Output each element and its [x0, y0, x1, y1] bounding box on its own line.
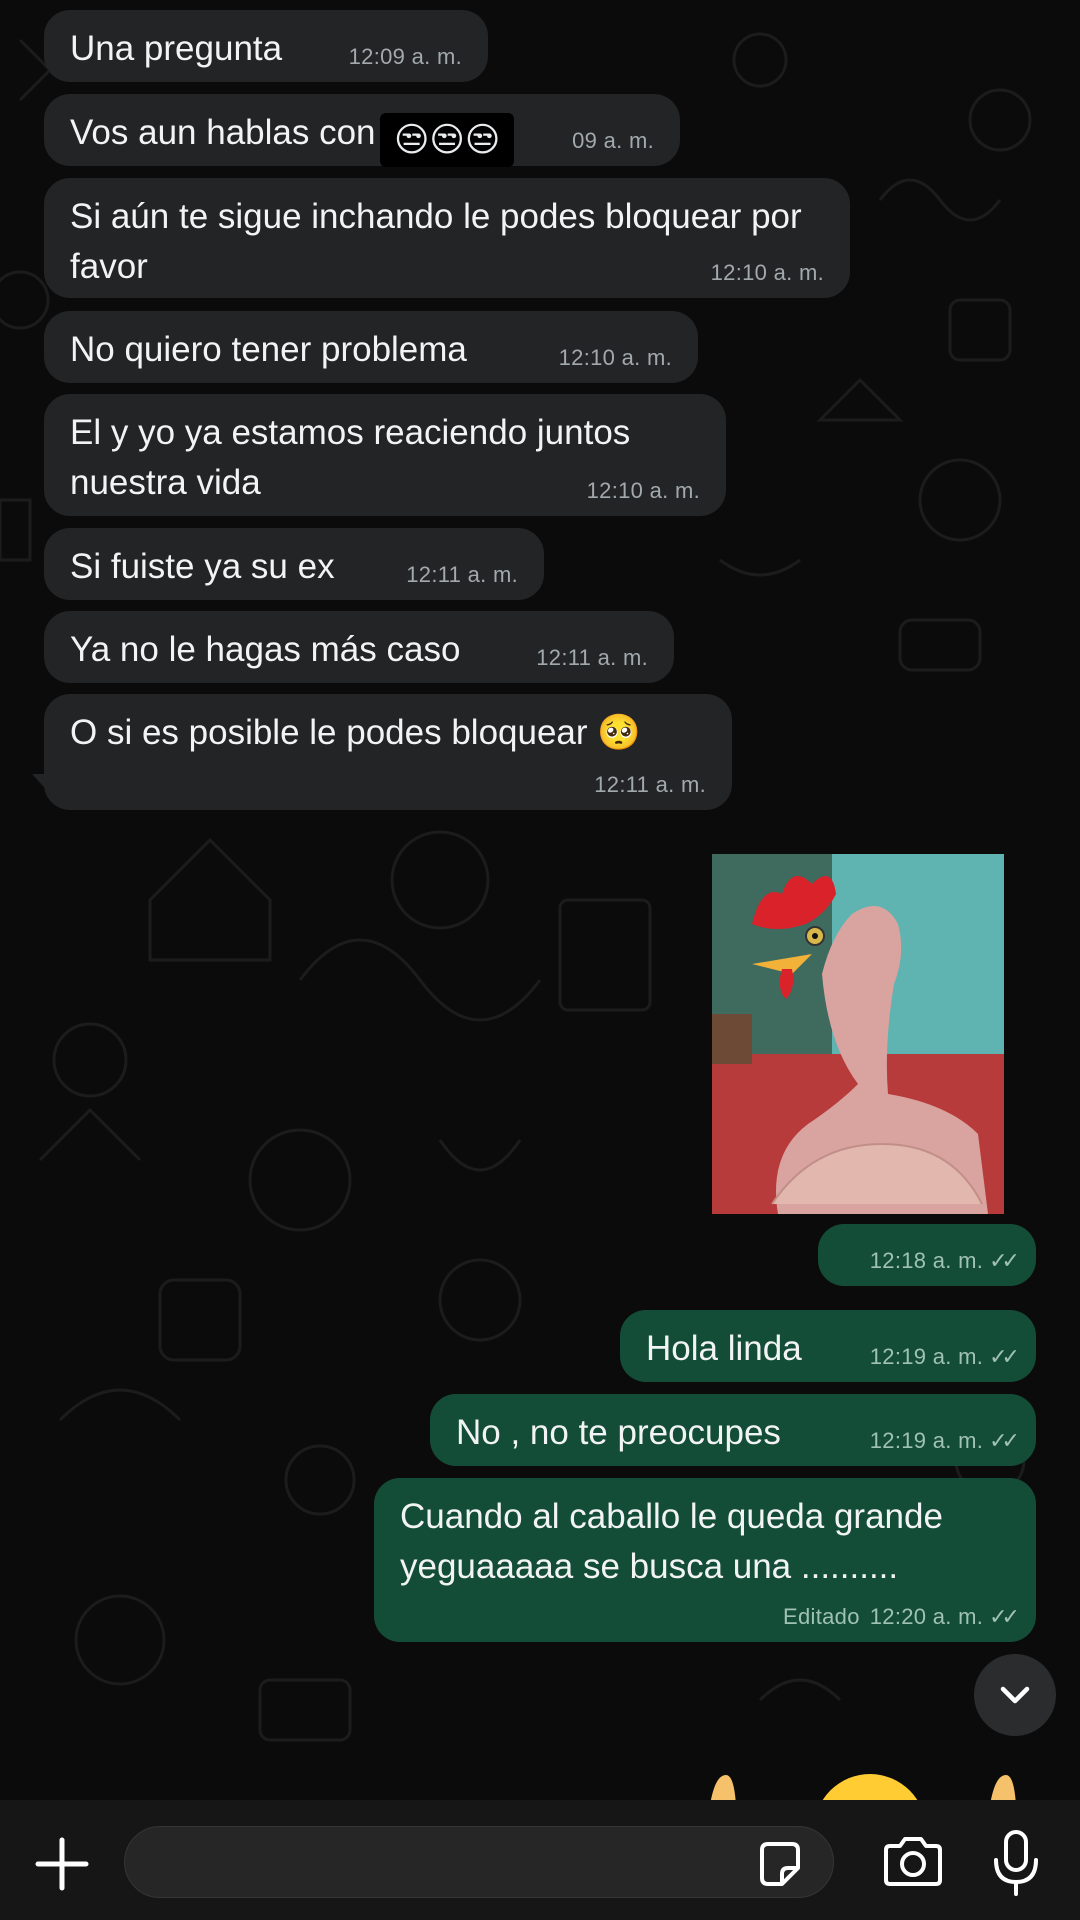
redacted-name: 😒😒😒: [379, 112, 515, 167]
message-input[interactable]: [124, 1826, 834, 1898]
message-text: No , no te preocupes: [456, 1413, 781, 1452]
message-time-meta: Editado 12:20 a. m. ✓✓: [783, 1604, 1020, 1630]
microphone-icon[interactable]: [990, 1828, 1042, 1898]
emoji: 😒😒😒: [393, 120, 501, 159]
message-outgoing[interactable]: Cuando al caballo le queda grande yeguaa…: [374, 1478, 1036, 1642]
read-ticks-icon: ✓✓: [989, 1344, 1020, 1369]
message-time-meta: 12:19 a. m. ✓✓: [869, 1428, 1020, 1454]
message-time: 12:10 a. m.: [558, 345, 672, 370]
message-incoming[interactable]: O si es posible le podes bloquear 🥺 12:1…: [44, 694, 732, 810]
message-text: Vos aun hablas con: [70, 113, 376, 152]
chicken-photo: [712, 854, 1004, 1214]
message-outgoing[interactable]: No , no te preocupes 12:19 a. m. ✓✓: [430, 1394, 1036, 1466]
chat-area[interactable]: Una pregunta 12:09 a. m. Vos aun hablas …: [0, 0, 1080, 1805]
message-time: 12:11 a. m.: [406, 562, 518, 587]
message-outgoing-time[interactable]: 12:18 a. m. ✓✓: [818, 1224, 1036, 1286]
message-time: 12:10 a. m.: [586, 478, 700, 503]
read-ticks-icon: ✓✓: [989, 1604, 1020, 1629]
message-incoming[interactable]: Ya no le hagas más caso 12:11 a. m.: [44, 611, 674, 683]
message-time: 12:11 a. m.: [536, 645, 648, 670]
camera-icon[interactable]: [880, 1834, 946, 1890]
message-time: 12:11 a. m.: [594, 772, 706, 797]
message-time-meta: 12:19 a. m. ✓✓: [869, 1344, 1020, 1370]
message-incoming[interactable]: Vos aun hablas con 😒😒😒 09 a. m.: [44, 94, 680, 167]
message-incoming[interactable]: Si aún te sigue inchando le podes bloque…: [44, 178, 850, 298]
sticker-icon[interactable]: [752, 1836, 808, 1892]
message-incoming[interactable]: Si fuiste ya su ex 12:11 a. m.: [44, 528, 544, 600]
message-text: Ya no le hagas más caso: [70, 630, 461, 669]
read-ticks-icon: ✓✓: [989, 1428, 1020, 1453]
message-time: 09 a. m.: [572, 128, 654, 153]
chevron-down-icon: [1000, 1686, 1030, 1704]
scroll-to-bottom-button[interactable]: [974, 1654, 1056, 1736]
message-time: 12:10 a. m.: [710, 260, 824, 285]
edited-label: Editado: [783, 1604, 860, 1629]
message-incoming[interactable]: El y yo ya estamos reaciendo juntos nues…: [44, 394, 726, 516]
message-outgoing[interactable]: Hola linda 12:19 a. m. ✓✓: [620, 1310, 1036, 1382]
message-time: 12:19 a. m.: [869, 1344, 984, 1369]
message-text: O si es posible le podes bloquear 🥺: [70, 713, 641, 752]
message-incoming[interactable]: Una pregunta 12:09 a. m.: [44, 10, 488, 82]
message-text: Hola linda: [646, 1329, 802, 1368]
message-text: No quiero tener problema: [70, 330, 467, 369]
read-ticks-icon: ✓✓: [989, 1248, 1020, 1273]
message-text: Una pregunta: [70, 29, 283, 68]
plus-icon[interactable]: [30, 1832, 94, 1896]
image-message-photo[interactable]: [712, 854, 1004, 1214]
message-time: 12:19 a. m.: [869, 1428, 984, 1453]
message-text: Cuando al caballo le queda grande yeguaa…: [400, 1497, 953, 1586]
message-text: Si fuiste ya su ex: [70, 547, 335, 586]
message-time: 12:18 a. m.: [869, 1248, 984, 1273]
message-time: 12:20 a. m.: [869, 1604, 984, 1629]
message-incoming[interactable]: No quiero tener problema 12:10 a. m.: [44, 311, 698, 383]
message-time-meta: 12:18 a. m. ✓✓: [869, 1248, 1020, 1274]
message-time: 12:09 a. m.: [348, 44, 462, 69]
